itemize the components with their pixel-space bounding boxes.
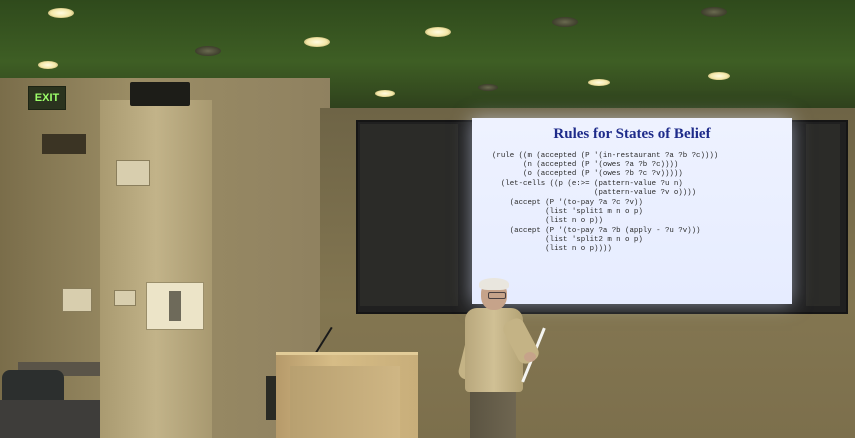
slide-title: Rules for States of Belief [553,126,711,142]
code-line: (pattern-value ?v o)))) [492,189,697,197]
code-line: (rule ((m (accepted (P '(in-restaurant ?… [492,152,719,160]
code-line: (list n o p)))) [492,245,612,253]
code-line: (n (accepted (P '(owes ?a ?b ?c)))) [492,161,679,169]
ceiling-light [588,79,610,86]
ceiling-light [478,84,498,91]
code-line: (list 'split2 m n o p) [492,236,643,244]
ceiling-light [701,7,727,17]
code-line: (accept (P '(to-pay ?a ?b (apply - ?u ?v… [492,227,701,235]
projected-slide: Rules for States of Belief (rule ((m (ac… [472,118,792,304]
presenter-hand [524,352,536,362]
ceiling-light [304,37,330,47]
exit-sign-text: EXIT [34,92,60,104]
lecture-hall-scene: EXIT Rules for States of Belief (rule ((… [0,0,855,438]
ceiling-light [552,17,578,27]
wall-poster [146,282,204,330]
wall-placard [62,288,92,312]
code-line: (o (accepted (P '(owes ?b ?c ?v))))) [492,170,683,178]
podium-side-panel [266,376,276,420]
code-line: (list 'split1 m n o p) [492,208,643,216]
screen-panel-right [806,124,840,306]
ceiling-light [425,27,451,37]
presenter-hair [479,278,509,290]
ceiling-light [38,61,58,69]
wall-vent [42,134,86,154]
podium-front-panel [290,366,400,438]
code-line: (accept (P '(to-pay ?a ?c ?v)) [492,199,643,207]
light-switch [114,290,136,306]
wall-speaker [130,82,190,106]
exit-sign: EXIT [28,86,66,110]
wall-pillar [100,100,212,438]
presenter-legs [470,388,516,438]
code-line: (let-cells ((p (e:>= (pattern-value ?u n… [492,180,683,188]
table [0,400,100,438]
code-line: (list n o p)) [492,217,603,225]
screen-panel-left [360,124,458,306]
ceiling-light [48,8,74,18]
presenter-glasses [488,292,506,299]
ceiling-light [708,72,730,80]
ceiling-light [195,46,221,56]
wall-placard [116,160,150,186]
ceiling-light [375,90,395,97]
